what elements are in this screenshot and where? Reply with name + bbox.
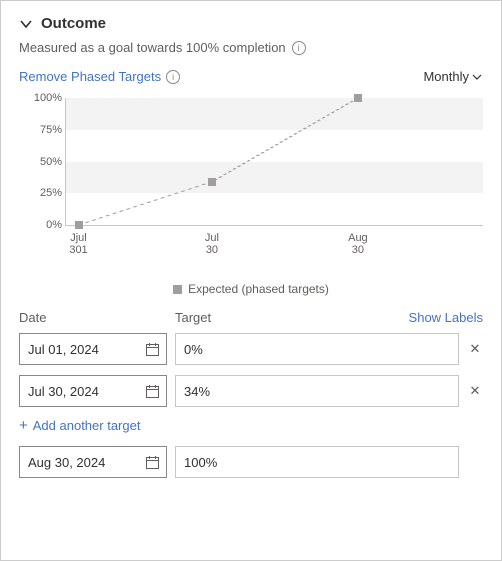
y-tick: 100%	[24, 92, 62, 104]
calendar-icon[interactable]	[145, 455, 160, 470]
info-icon[interactable]: i	[166, 70, 180, 84]
chart-legend: Expected (phased targets)	[19, 282, 483, 296]
show-labels-link[interactable]: Show Labels	[409, 310, 483, 325]
x-tick: Aug30	[348, 232, 368, 257]
section-title: Outcome	[41, 15, 106, 32]
target-row: Jul 30, 2024 34% ✕	[19, 375, 483, 407]
x-tick: Jjul301	[69, 232, 87, 257]
frequency-label: Monthly	[423, 69, 469, 84]
chart-point	[75, 221, 83, 229]
chart-point	[354, 94, 362, 102]
info-icon[interactable]: i	[292, 41, 306, 55]
target-value: 0%	[184, 342, 203, 357]
section-subtitle: Measured as a goal towards 100% completi…	[19, 40, 286, 55]
column-header-target: Target	[175, 310, 409, 325]
column-header-date: Date	[19, 310, 175, 325]
legend-swatch	[173, 285, 182, 294]
add-another-target-label: Add another target	[33, 418, 141, 433]
chart-point	[208, 178, 216, 186]
target-row: Jul 01, 2024 0% ✕	[19, 333, 483, 365]
date-value: Jul 01, 2024	[28, 342, 145, 357]
add-another-target-button[interactable]: + Add another target	[19, 417, 140, 434]
calendar-icon[interactable]	[145, 342, 160, 357]
legend-label: Expected (phased targets)	[188, 282, 329, 296]
chevron-down-icon	[471, 71, 483, 83]
y-tick: 0%	[24, 219, 62, 231]
date-field[interactable]: Aug 30, 2024	[19, 446, 167, 478]
phased-targets-chart: 100% 75% 50% 25% 0% Jjul301 Jul30 Aug30	[19, 94, 483, 254]
remove-row-button[interactable]: ✕	[467, 383, 483, 399]
date-field[interactable]: Jul 01, 2024	[19, 333, 167, 365]
frequency-dropdown[interactable]: Monthly	[423, 69, 483, 84]
collapse-icon[interactable]	[19, 17, 33, 31]
remove-phased-targets-label: Remove Phased Targets	[19, 69, 161, 84]
remove-row-button[interactable]: ✕	[467, 341, 483, 357]
target-row: Aug 30, 2024 100% ✕	[19, 446, 483, 478]
target-field[interactable]: 100%	[175, 446, 459, 478]
x-tick: Jul30	[205, 232, 219, 257]
remove-phased-targets-link[interactable]: Remove Phased Targets i	[19, 69, 180, 84]
plus-icon: +	[19, 417, 28, 434]
calendar-icon[interactable]	[145, 384, 160, 399]
date-value: Aug 30, 2024	[28, 455, 145, 470]
target-value: 100%	[184, 455, 217, 470]
date-field[interactable]: Jul 30, 2024	[19, 375, 167, 407]
target-value: 34%	[184, 384, 210, 399]
date-value: Jul 30, 2024	[28, 384, 145, 399]
target-field[interactable]: 34%	[175, 375, 459, 407]
y-tick: 50%	[24, 156, 62, 168]
y-tick: 25%	[24, 187, 62, 199]
target-field[interactable]: 0%	[175, 333, 459, 365]
y-tick: 75%	[24, 124, 62, 136]
